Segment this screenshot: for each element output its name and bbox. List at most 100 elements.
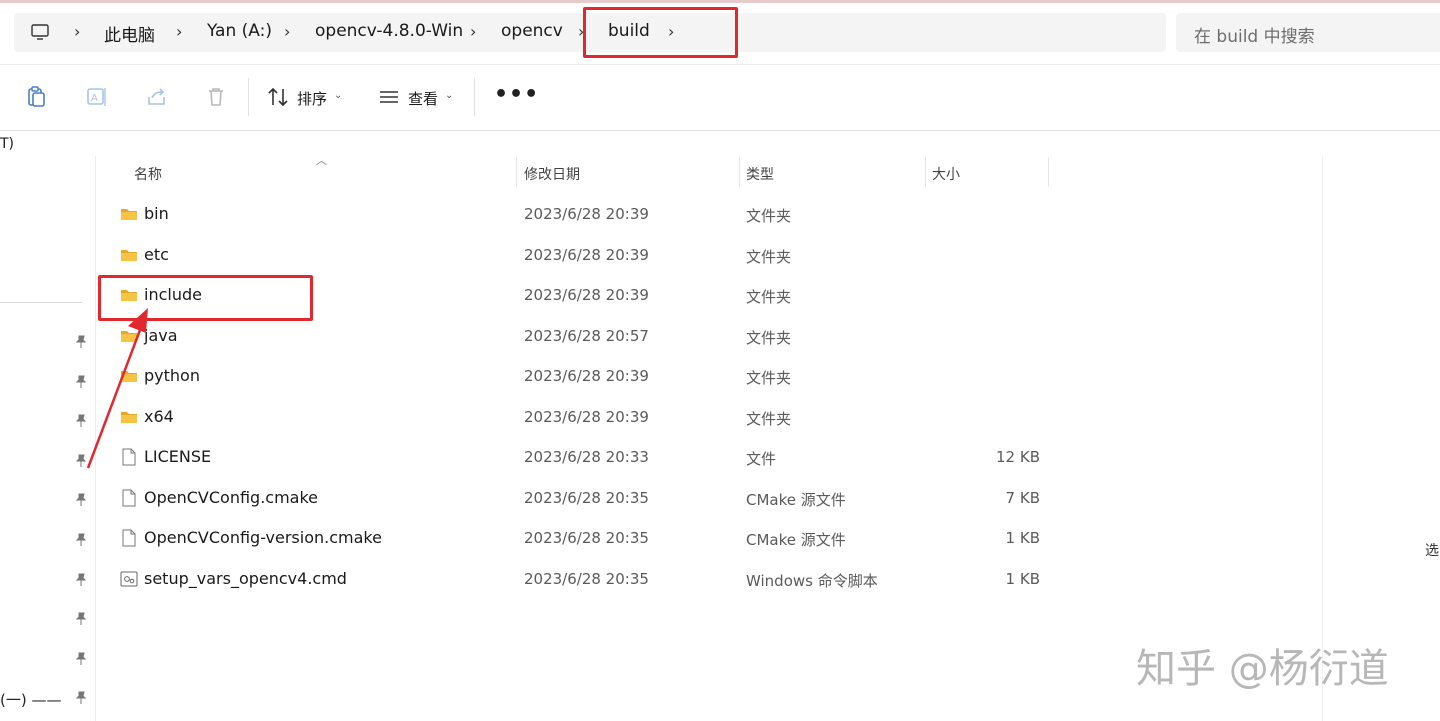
toolbar-divider [248, 78, 249, 116]
file-type: 文件夹 [746, 288, 792, 306]
pin-icon[interactable] [75, 533, 87, 547]
divider [0, 130, 1440, 131]
file-row[interactable]: etc 2023/6/28 20:39 文件夹 [110, 235, 1050, 275]
sort-chevron-down-icon[interactable]: ⌄ [334, 90, 342, 101]
file-date: 2023/6/28 20:57 [524, 326, 649, 345]
breadcrumb-item-drive[interactable]: Yan (A:) [207, 21, 272, 41]
nav-divider [0, 302, 82, 303]
file-type: CMake 源文件 [746, 490, 846, 509]
file-type: 文件夹 [746, 409, 792, 428]
file-row[interactable]: bin 2023/6/28 20:39 文件夹 [110, 194, 1050, 234]
column-header-name[interactable]: 名称 [134, 164, 162, 184]
toolbar-divider [474, 78, 475, 116]
search-input[interactable]: 在 build 中搜索 [1194, 22, 1315, 47]
file-name: java [144, 325, 178, 345]
column-header-size[interactable]: 大小 [932, 164, 960, 184]
file-date: 2023/6/28 20:39 [524, 367, 649, 385]
share-icon[interactable] [145, 85, 169, 109]
paste-icon[interactable] [25, 85, 49, 109]
file-row[interactable]: OpenCVConfig.cmake 2023/6/28 20:35 CMake 源… [110, 478, 1050, 518]
file-name: OpenCVConfig-version.cmake [144, 528, 382, 547]
file-name: python [144, 366, 200, 385]
breadcrumb-separator-icon[interactable]: › [284, 22, 290, 41]
window-top-strip [0, 0, 1440, 3]
file-date: 2023/6/28 20:35 [524, 569, 649, 588]
file-name: OpenCVConfig.cmake [144, 487, 318, 507]
column-separator[interactable] [925, 157, 926, 187]
nav-pane-border[interactable] [95, 156, 96, 721]
file-name: etc [144, 244, 169, 264]
partial-right-label: 选 [1425, 543, 1439, 559]
file-row[interactable]: setup_vars_opencv4.cmd 2023/6/28 20:35 Win… [110, 559, 1050, 599]
file-name: bin [144, 204, 169, 223]
delete-icon[interactable] [204, 85, 228, 109]
file-date: 2023/6/28 20:39 [524, 205, 649, 223]
folder-icon [120, 246, 138, 264]
pin-icon[interactable] [75, 454, 87, 468]
file-icon [120, 448, 138, 466]
pin-icon[interactable] [75, 612, 87, 626]
file-type: 文件夹 [746, 207, 792, 225]
file-name: LICENSE [144, 447, 212, 466]
pin-icon[interactable] [75, 652, 87, 666]
column-header-type[interactable]: 类型 [746, 164, 774, 184]
breadcrumb-separator-icon[interactable]: › [470, 22, 476, 41]
file-row[interactable]: x64 2023/6/28 20:39 文件夹 [110, 397, 1050, 437]
file-name: setup_vars_opencv4.cmd [144, 568, 347, 588]
this-pc-icon[interactable] [30, 22, 50, 42]
folder-icon [120, 205, 138, 223]
file-row[interactable]: LICENSE 2023/6/28 20:33 文件 12 KB [110, 437, 1050, 477]
file-icon [120, 529, 138, 547]
pin-icon[interactable] [75, 493, 87, 507]
breadcrumb-item-opencv-win[interactable]: opencv-4.8.0-Win [315, 21, 463, 41]
breadcrumb-item-opencv[interactable]: opencv [501, 21, 563, 41]
pin-icon[interactable] [75, 414, 87, 428]
file-date: 2023/6/28 20:35 [524, 529, 649, 547]
column-header-date[interactable]: 修改日期 [524, 164, 580, 184]
breadcrumb-separator-icon[interactable]: › [74, 22, 80, 41]
file-date: 2023/6/28 20:39 [524, 245, 649, 264]
sort-button[interactable]: 排序 [297, 88, 327, 109]
sort-icon[interactable] [266, 85, 290, 109]
rename-icon[interactable]: A [85, 85, 109, 109]
sort-ascending-icon: ︿ [316, 154, 327, 167]
file-date: 2023/6/28 20:39 [524, 286, 649, 304]
more-options-button[interactable]: ••• [494, 82, 539, 107]
view-icon[interactable] [377, 85, 401, 109]
file-row[interactable]: java 2023/6/28 20:57 文件夹 [110, 316, 1050, 356]
folder-icon [120, 367, 138, 385]
file-date: 2023/6/28 20:33 [524, 448, 649, 466]
column-separator[interactable] [516, 157, 517, 187]
partial-label: T) [0, 136, 15, 152]
view-button[interactable]: 查看 [408, 88, 438, 109]
file-icon [120, 489, 138, 507]
file-row[interactable]: OpenCVConfig-version.cmake 2023/6/28 20:3… [110, 518, 1050, 558]
file-row[interactable]: python 2023/6/28 20:39 文件夹 [110, 356, 1050, 396]
file-type: 文件夹 [746, 247, 792, 266]
pin-icon[interactable] [75, 691, 87, 705]
pin-icon[interactable] [75, 375, 87, 389]
folder-icon [120, 408, 138, 426]
file-type: Windows 命令脚本 [746, 571, 878, 590]
file-date: 2023/6/28 20:39 [524, 407, 649, 426]
view-chevron-down-icon[interactable]: ⌄ [445, 90, 453, 101]
svg-text:A: A [91, 93, 98, 104]
file-type: 文件夹 [746, 369, 792, 387]
annotation-box-build [583, 7, 738, 58]
breadcrumb-separator-icon[interactable]: › [176, 22, 182, 41]
watermark: 知乎 @杨衍道 [1136, 646, 1389, 692]
file-size: 7 KB [1005, 488, 1040, 507]
annotation-box-include [98, 275, 313, 321]
column-separator[interactable] [739, 157, 740, 187]
nav-item-partial[interactable]: (一) —— [0, 689, 61, 710]
breadcrumb-item-this-pc[interactable]: 此电脑 [104, 21, 155, 46]
folder-icon [120, 327, 138, 345]
file-date: 2023/6/28 20:35 [524, 488, 649, 507]
pin-icon[interactable] [75, 573, 87, 587]
file-size: 1 KB [1005, 569, 1040, 588]
script-file-icon [120, 570, 138, 588]
file-name: x64 [144, 406, 174, 426]
pin-icon[interactable] [75, 335, 87, 349]
column-separator[interactable] [1048, 157, 1049, 187]
file-size: 12 KB [996, 448, 1040, 466]
